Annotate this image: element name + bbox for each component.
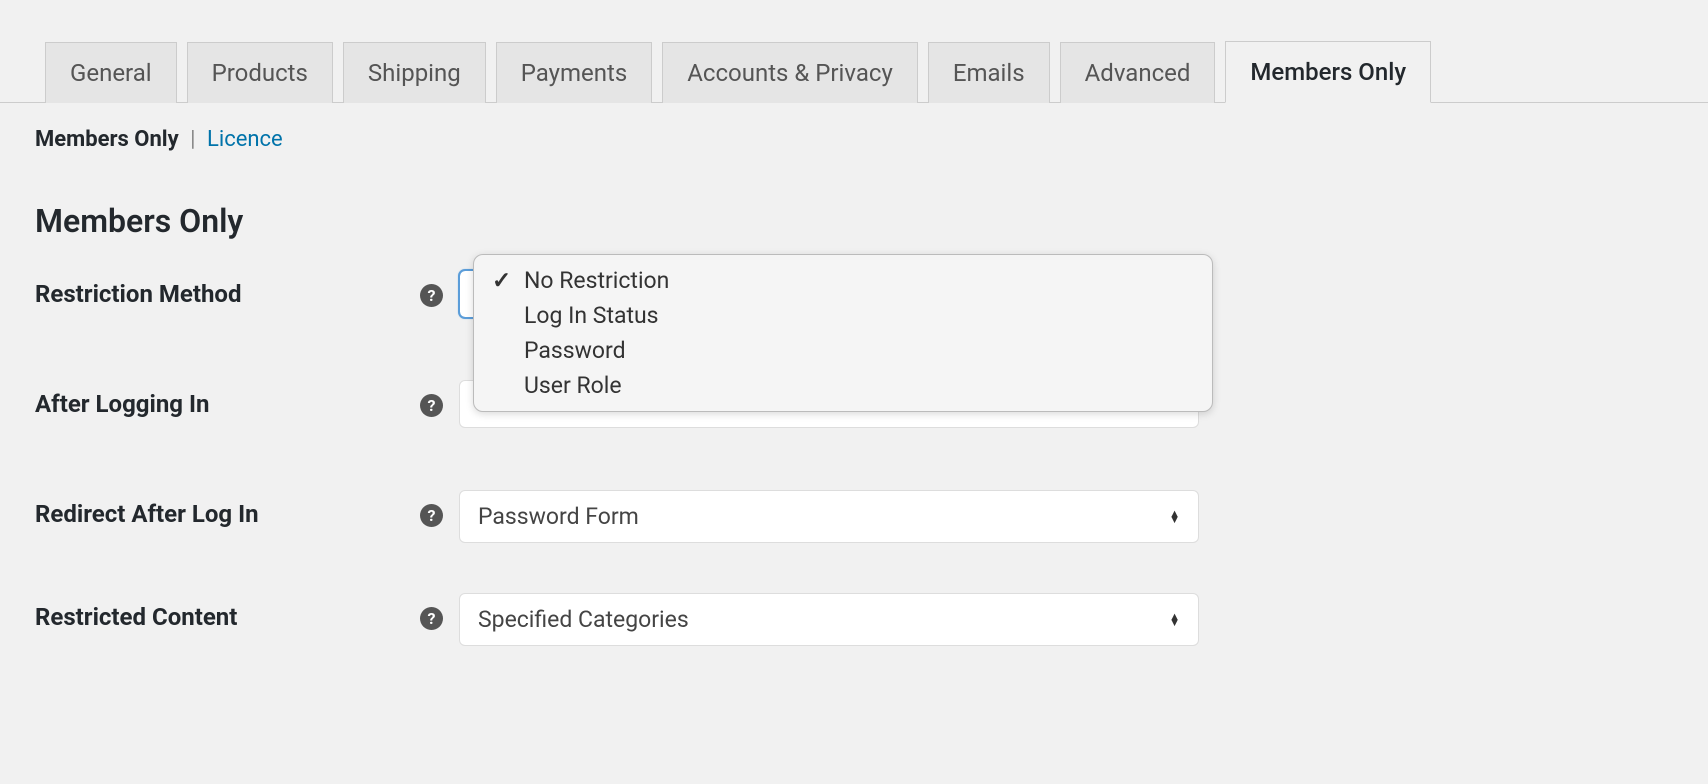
label-after-logging-in: After Logging In	[35, 380, 420, 418]
row-redirect-after-login: Redirect After Log In ? Password Form	[35, 490, 1673, 543]
option-user-role[interactable]: User Role	[474, 368, 1212, 403]
subnav-separator: |	[190, 127, 195, 152]
select-redirect-after-login[interactable]: Password Form	[459, 490, 1199, 543]
help-icon[interactable]: ?	[420, 504, 443, 527]
select-restricted-content[interactable]: Specified Categories	[459, 593, 1199, 646]
tab-shipping[interactable]: Shipping	[343, 42, 486, 103]
page-heading: Members Only	[0, 152, 1708, 270]
settings-form: Restriction Method ? No Restriction Log …	[0, 270, 1708, 646]
tab-emails[interactable]: Emails	[928, 42, 1050, 103]
dropdown-restriction-method: No Restriction Log In Status Password Us…	[473, 254, 1213, 412]
help-icon[interactable]: ?	[420, 607, 443, 630]
tab-advanced[interactable]: Advanced	[1060, 42, 1216, 103]
help-icon[interactable]: ?	[420, 284, 443, 307]
option-no-restriction[interactable]: No Restriction	[474, 263, 1212, 298]
label-redirect-after-login: Redirect After Log In	[35, 490, 420, 528]
tab-products[interactable]: Products	[187, 42, 333, 103]
row-restricted-content: Restricted Content ? Specified Categorie…	[35, 593, 1673, 646]
tab-accounts-privacy[interactable]: Accounts & Privacy	[662, 42, 918, 103]
subnav-licence-link[interactable]: Licence	[207, 127, 283, 152]
option-log-in-status[interactable]: Log In Status	[474, 298, 1212, 333]
select-arrows-icon	[1169, 511, 1180, 522]
label-restricted-content: Restricted Content	[35, 593, 420, 631]
subnav: Members Only | Licence	[0, 103, 1708, 152]
subnav-current: Members Only	[35, 127, 179, 152]
help-icon[interactable]: ?	[420, 394, 443, 417]
tab-payments[interactable]: Payments	[496, 42, 653, 103]
label-restriction-method: Restriction Method	[35, 270, 420, 308]
select-arrows-icon	[1169, 614, 1180, 625]
row-restriction-method: Restriction Method ? No Restriction Log …	[35, 270, 1673, 330]
tabs-nav: General Products Shipping Payments Accou…	[0, 0, 1708, 103]
tab-general[interactable]: General	[45, 42, 177, 103]
option-password[interactable]: Password	[474, 333, 1212, 368]
tab-members-only[interactable]: Members Only	[1225, 41, 1431, 103]
